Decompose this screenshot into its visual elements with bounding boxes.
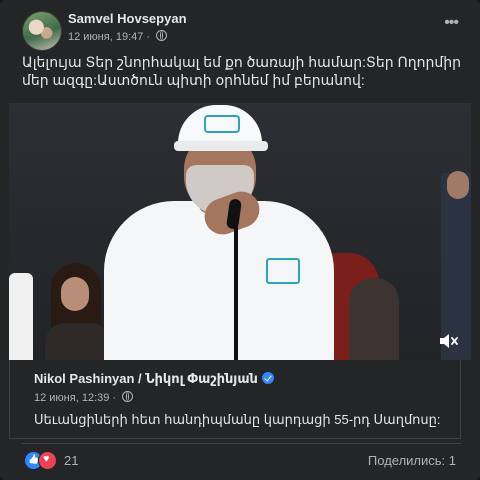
video-speaker [104, 103, 334, 360]
shared-text: Սեւանցիների հետ հանդիպմանը կարդացի 55-րդ… [34, 412, 441, 427]
author-name[interactable]: Samvel Hovsepyan [68, 11, 187, 26]
shirt-logo [266, 258, 300, 284]
microphone-stand [234, 218, 238, 360]
reaction-count: 21 [64, 453, 79, 468]
facebook-post: Samvel Hovsepyan 12 июня, 19:47 · ••• Ալ… [0, 0, 480, 480]
post-text: Ալելույա Տեր շնորհակալ եմ քո ծառայի համա… [22, 54, 462, 88]
video-figure-woman [43, 263, 113, 360]
mute-icon[interactable] [437, 330, 459, 352]
video-player[interactable] [9, 103, 471, 360]
shared-date[interactable]: 12 июня, 12:39 · [34, 392, 116, 404]
shared-post-card[interactable]: Nikol Pashinyan / Նիկոլ Փաշինյան 12 июня… [9, 360, 461, 439]
cap-logo [204, 115, 240, 133]
verified-badge-icon [261, 372, 274, 384]
shared-author[interactable]: Nikol Pashinyan / Նիկոլ Փաշինյան [34, 371, 274, 387]
more-options-icon[interactable]: ••• [444, 14, 459, 32]
post-header: Samvel Hovsepyan 12 июня, 19:47 · ••• [22, 8, 472, 51]
love-reaction-icon [38, 451, 57, 470]
shared-author-name[interactable]: Nikol Pashinyan / Նիկոլ Փաշինյան [34, 371, 258, 386]
post-date[interactable]: 12 июня, 19:47 · [68, 31, 150, 43]
shares-count[interactable]: Поделились: 1 [368, 453, 456, 468]
footer-divider [22, 443, 462, 444]
globe-icon [122, 391, 134, 402]
video-figure-right-head [447, 171, 469, 199]
post-meta: 12 июня, 19:47 · [68, 30, 168, 43]
globe-icon [156, 30, 168, 41]
video-figure-back [349, 278, 399, 360]
author-avatar[interactable] [22, 11, 62, 51]
video-figure-left [9, 273, 33, 360]
shared-meta: 12 июня, 12:39 · [34, 391, 134, 404]
